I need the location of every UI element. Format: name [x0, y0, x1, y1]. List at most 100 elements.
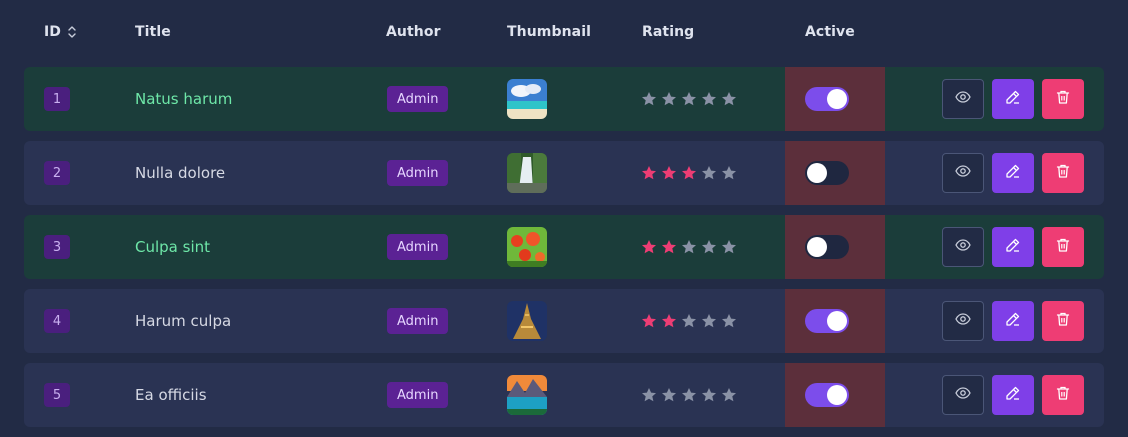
view-button[interactable]	[942, 301, 984, 341]
star-rating[interactable]	[641, 165, 737, 181]
delete-button[interactable]	[1042, 227, 1084, 267]
active-toggle[interactable]	[805, 235, 849, 259]
rating-cell	[641, 215, 737, 279]
id-cell: 3	[44, 215, 70, 279]
id-badge: 2	[44, 161, 70, 185]
rating-cell	[641, 141, 737, 205]
star-filled-icon[interactable]	[641, 313, 657, 329]
id-badge: 5	[44, 383, 70, 407]
star-empty-icon[interactable]	[681, 239, 697, 255]
author-badge: Admin	[387, 382, 449, 408]
star-empty-icon[interactable]	[641, 91, 657, 107]
edit-button[interactable]	[992, 301, 1034, 341]
star-rating[interactable]	[641, 91, 737, 107]
edit-button[interactable]	[992, 375, 1034, 415]
table-row: 2 Nulla dolore Admin	[24, 141, 1104, 205]
row-title[interactable]: Natus harum	[135, 90, 232, 108]
rating-cell	[641, 289, 737, 353]
column-header-title: Title	[135, 24, 171, 40]
author-cell: Admin	[387, 215, 449, 279]
id-badge: 1	[44, 87, 70, 111]
poppies-thumbnail[interactable]	[507, 227, 547, 267]
table-row: 3 Culpa sint Admin	[24, 215, 1104, 279]
view-button[interactable]	[942, 375, 984, 415]
delete-button[interactable]	[1042, 301, 1084, 341]
star-empty-icon[interactable]	[681, 313, 697, 329]
column-header-author: Author	[386, 24, 441, 40]
toggle-knob	[827, 311, 847, 331]
delete-button[interactable]	[1042, 153, 1084, 193]
trash-icon	[1055, 237, 1071, 257]
star-empty-icon[interactable]	[701, 239, 717, 255]
star-rating[interactable]	[641, 239, 737, 255]
column-header-thumbnail: Thumbnail	[507, 24, 592, 40]
star-filled-icon[interactable]	[681, 165, 697, 181]
star-filled-icon[interactable]	[661, 239, 677, 255]
title-cell: Culpa sint	[135, 215, 210, 279]
author-cell: Admin	[387, 67, 449, 131]
star-empty-icon[interactable]	[661, 387, 677, 403]
star-empty-icon[interactable]	[721, 239, 737, 255]
star-empty-icon[interactable]	[721, 313, 737, 329]
waterfall-thumbnail[interactable]	[507, 153, 547, 193]
toggle-knob	[827, 385, 847, 405]
author-cell: Admin	[387, 141, 449, 205]
table-row: 1 Natus harum Admin	[24, 67, 1104, 131]
eye-icon	[955, 237, 971, 257]
edit-icon	[1005, 89, 1021, 109]
row-title[interactable]: Nulla dolore	[135, 164, 225, 182]
star-rating[interactable]	[641, 387, 737, 403]
delete-button[interactable]	[1042, 375, 1084, 415]
sort-icon[interactable]	[67, 25, 77, 39]
thumbnail-cell	[507, 289, 547, 353]
star-empty-icon[interactable]	[721, 387, 737, 403]
star-empty-icon[interactable]	[701, 387, 717, 403]
star-empty-icon[interactable]	[701, 165, 717, 181]
edit-button[interactable]	[992, 227, 1034, 267]
view-button[interactable]	[942, 79, 984, 119]
star-filled-icon[interactable]	[661, 165, 677, 181]
column-header-id[interactable]: ID	[44, 24, 77, 40]
edit-button[interactable]	[992, 79, 1034, 119]
active-toggle[interactable]	[805, 161, 849, 185]
mountain-lake-thumbnail[interactable]	[507, 375, 547, 415]
star-filled-icon[interactable]	[641, 239, 657, 255]
active-toggle[interactable]	[805, 309, 849, 333]
id-badge: 3	[44, 235, 70, 259]
column-header-id-label: ID	[44, 24, 62, 40]
row-title[interactable]: Ea officiis	[135, 386, 207, 404]
active-cell	[785, 215, 885, 279]
view-button[interactable]	[942, 153, 984, 193]
star-empty-icon[interactable]	[701, 91, 717, 107]
star-empty-icon[interactable]	[721, 91, 737, 107]
eiffel-tower-thumbnail[interactable]	[507, 301, 547, 341]
star-empty-icon[interactable]	[701, 313, 717, 329]
star-empty-icon[interactable]	[681, 91, 697, 107]
author-badge: Admin	[387, 160, 449, 186]
toggle-knob	[807, 237, 827, 257]
table-row: 5 Ea officiis Admin	[24, 363, 1104, 427]
title-cell: Natus harum	[135, 67, 232, 131]
toggle-knob	[807, 163, 827, 183]
author-cell: Admin	[387, 363, 449, 427]
author-badge: Admin	[387, 86, 449, 112]
star-empty-icon[interactable]	[641, 387, 657, 403]
star-rating[interactable]	[641, 313, 737, 329]
star-empty-icon[interactable]	[721, 165, 737, 181]
edit-button[interactable]	[992, 153, 1034, 193]
row-title[interactable]: Culpa sint	[135, 238, 210, 256]
active-toggle[interactable]	[805, 383, 849, 407]
star-empty-icon[interactable]	[661, 91, 677, 107]
view-button[interactable]	[942, 227, 984, 267]
star-empty-icon[interactable]	[681, 387, 697, 403]
star-filled-icon[interactable]	[661, 313, 677, 329]
active-cell	[785, 67, 885, 131]
delete-button[interactable]	[1042, 79, 1084, 119]
row-title[interactable]: Harum culpa	[135, 312, 231, 330]
active-toggle[interactable]	[805, 87, 849, 111]
title-cell: Harum culpa	[135, 289, 231, 353]
beach-thumbnail[interactable]	[507, 79, 547, 119]
id-cell: 2	[44, 141, 70, 205]
star-filled-icon[interactable]	[641, 165, 657, 181]
thumbnail-cell	[507, 215, 547, 279]
